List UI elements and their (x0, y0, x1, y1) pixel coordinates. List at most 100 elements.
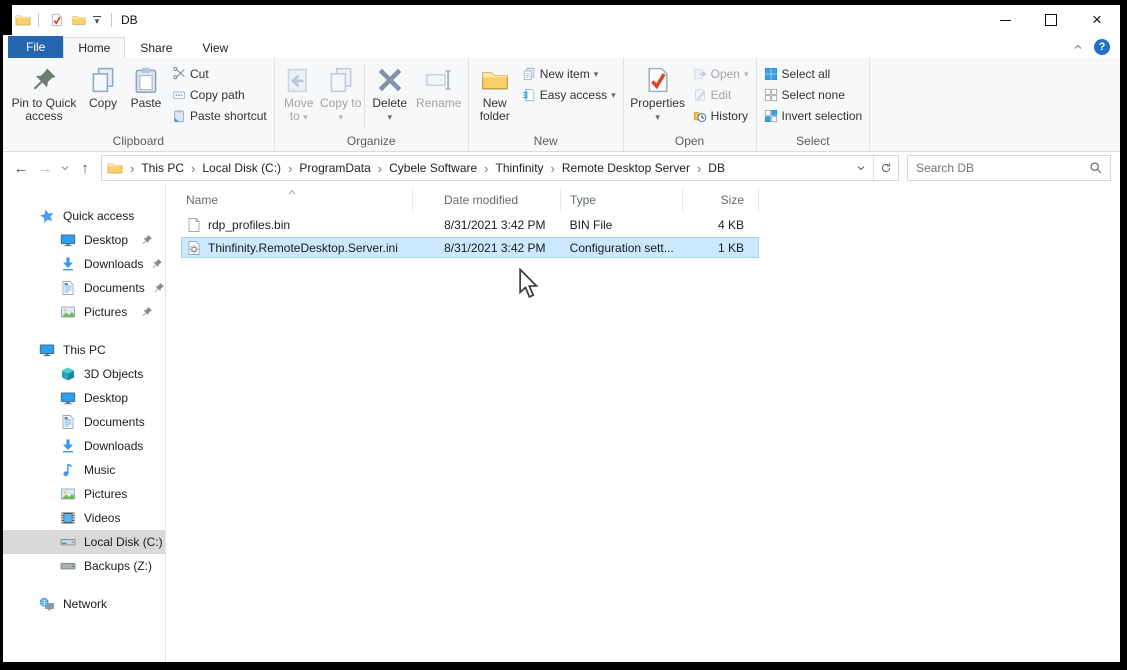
file-date-modified: 8/31/2021 3:42 PM (413, 218, 561, 232)
tab-file[interactable]: File (8, 36, 63, 58)
sidebar-item-backups-z[interactable]: Backups (Z:) (3, 554, 165, 578)
file-row-selected[interactable]: Thinfinity.RemoteDesktop.Server.ini 8/31… (181, 237, 759, 258)
3d-objects-icon (60, 366, 76, 382)
tab-home[interactable]: Home (63, 37, 125, 58)
copy-to-button[interactable]: Copy to ▾ (320, 60, 362, 124)
recent-locations-dropdown[interactable] (57, 156, 73, 180)
sidebar-label: Videos (84, 511, 120, 525)
help-button[interactable]: ? (1094, 39, 1110, 55)
group-label: Open (627, 133, 753, 151)
minimize-button[interactable] (982, 5, 1028, 35)
maximize-icon (1045, 14, 1057, 26)
search-icon[interactable] (1089, 161, 1103, 175)
delete-button[interactable]: Delete▾ (367, 60, 413, 124)
sidebar-label: Music (84, 463, 115, 477)
cut-button[interactable]: Cut (168, 64, 271, 84)
select-all-button[interactable]: Select all (760, 64, 867, 84)
refresh-icon (880, 162, 892, 174)
back-button[interactable]: ← (9, 156, 33, 180)
button-label: Paste (131, 97, 162, 110)
sidebar-item-desktop-pc[interactable]: Desktop (3, 386, 165, 410)
column-header-size[interactable]: Size (683, 188, 759, 212)
sidebar-item-downloads[interactable]: Downloads (3, 252, 165, 276)
paste-shortcut-button[interactable]: Paste shortcut (168, 106, 271, 126)
pin-to-quick-access-button[interactable]: Pin to Quick access (6, 60, 82, 123)
sidebar-item-videos[interactable]: Videos (3, 506, 165, 530)
edit-button[interactable]: Edit (689, 85, 753, 105)
sidebar-section-network[interactable]: Network (3, 592, 165, 616)
address-dropdown-button[interactable] (849, 156, 873, 180)
tab-share[interactable]: Share (125, 38, 187, 58)
explorer-window: ▾ DB × File Home Share View ? Pin to Qui… (3, 5, 1120, 662)
sidebar-section-quick-access[interactable]: Quick access (3, 204, 165, 228)
chevron-down-icon: ▾ (744, 69, 749, 80)
breadcrumb-item[interactable]: Thinfinity (496, 161, 544, 175)
breadcrumb-item[interactable]: Remote Desktop Server (562, 161, 690, 175)
column-header-date-modified[interactable]: Date modified (413, 188, 561, 212)
group-clipboard: Pin to Quick access Copy Paste Cut (3, 58, 275, 151)
sidebar-item-pictures-pc[interactable]: Pictures (3, 482, 165, 506)
sidebar-item-pictures[interactable]: Pictures (3, 300, 165, 324)
qat-properties-button[interactable] (46, 9, 68, 31)
sidebar-label: Backups (Z:) (84, 559, 152, 573)
paste-button[interactable]: Paste (124, 60, 168, 110)
group-organize: Move to ▾ Copy to ▾ Delete▾ Rename Organ… (275, 58, 469, 151)
file-row[interactable]: rdp_profiles.bin 8/31/2021 3:42 PM BIN F… (181, 214, 759, 235)
column-header-type[interactable]: Type (561, 188, 683, 212)
up-button[interactable]: ↑ (73, 156, 97, 180)
new-item-button[interactable]: New item ▾ (518, 64, 620, 84)
collapse-ribbon-chevron-icon[interactable] (1072, 41, 1084, 53)
breadcrumb[interactable]: › This PC › Local Disk (C:) › ProgramDat… (101, 155, 899, 181)
copy-button[interactable]: Copy (82, 60, 124, 110)
open-button[interactable]: Open ▾ (689, 64, 753, 84)
select-none-icon (764, 88, 778, 102)
maximize-button[interactable] (1028, 5, 1074, 35)
chevron-down-icon (855, 162, 867, 174)
file-type: BIN File (561, 218, 683, 232)
sidebar-item-3d-objects[interactable]: 3D Objects (3, 362, 165, 386)
tabrow-right: ? (1072, 39, 1110, 58)
sidebar-item-downloads-pc[interactable]: Downloads (3, 434, 165, 458)
history-button[interactable]: History (689, 106, 753, 126)
chevron-down-icon: ▾ (611, 90, 616, 101)
refresh-button[interactable] (874, 156, 898, 180)
sidebar-item-desktop[interactable]: Desktop (3, 228, 165, 252)
sidebar-section-this-pc[interactable]: This PC (3, 338, 165, 362)
move-to-button[interactable]: Move to ▾ (278, 60, 320, 124)
breadcrumb-item[interactable]: Cybele Software (389, 161, 477, 175)
button-label: History (711, 109, 748, 123)
move-to-icon (285, 66, 313, 94)
copy-path-button[interactable]: Copy path (168, 85, 271, 105)
delete-x-icon (376, 66, 404, 94)
sidebar-item-documents-pc[interactable]: Documents (3, 410, 165, 434)
breadcrumb-item[interactable]: Local Disk (C:) (202, 161, 281, 175)
breadcrumb-item[interactable]: This PC (141, 161, 184, 175)
easy-access-button[interactable]: Easy access ▾ (518, 85, 620, 105)
invert-selection-button[interactable]: Invert selection (760, 106, 867, 126)
ribbon: Pin to Quick access Copy Paste Cut (3, 58, 1120, 152)
breadcrumb-item[interactable]: ProgramData (299, 161, 370, 175)
select-none-button[interactable]: Select none (760, 85, 867, 105)
tab-view[interactable]: View (187, 38, 243, 58)
breadcrumb-separator: › (551, 161, 555, 176)
properties-button[interactable]: Properties▾ (627, 60, 689, 124)
breadcrumb-item[interactable]: DB (708, 161, 725, 175)
group-label: Organize (278, 133, 465, 151)
group-new: New folder New item ▾ Easy access ▾ New (469, 58, 624, 151)
forward-button[interactable]: → (33, 156, 57, 180)
search-input[interactable] (908, 161, 1089, 175)
ribbon-tabs: File Home Share View ? (3, 35, 1120, 58)
sidebar-item-music[interactable]: Music (3, 458, 165, 482)
copy-path-icon (172, 88, 186, 102)
new-folder-button[interactable]: New folder (472, 60, 518, 123)
close-button[interactable]: × (1074, 5, 1120, 35)
qat-new-folder-button[interactable] (68, 9, 90, 31)
sidebar-item-documents[interactable]: Documents (3, 276, 165, 300)
qat-customize-dropdown[interactable]: ▾ (90, 9, 104, 31)
sidebar-item-local-disk-c[interactable]: Local Disk (C:) (3, 530, 165, 554)
button-label: Invert selection (782, 109, 863, 123)
folder-icon (107, 160, 123, 176)
rename-button[interactable]: Rename (413, 60, 465, 110)
sidebar-label: Desktop (84, 233, 128, 247)
sidebar-label: Documents (84, 281, 145, 295)
